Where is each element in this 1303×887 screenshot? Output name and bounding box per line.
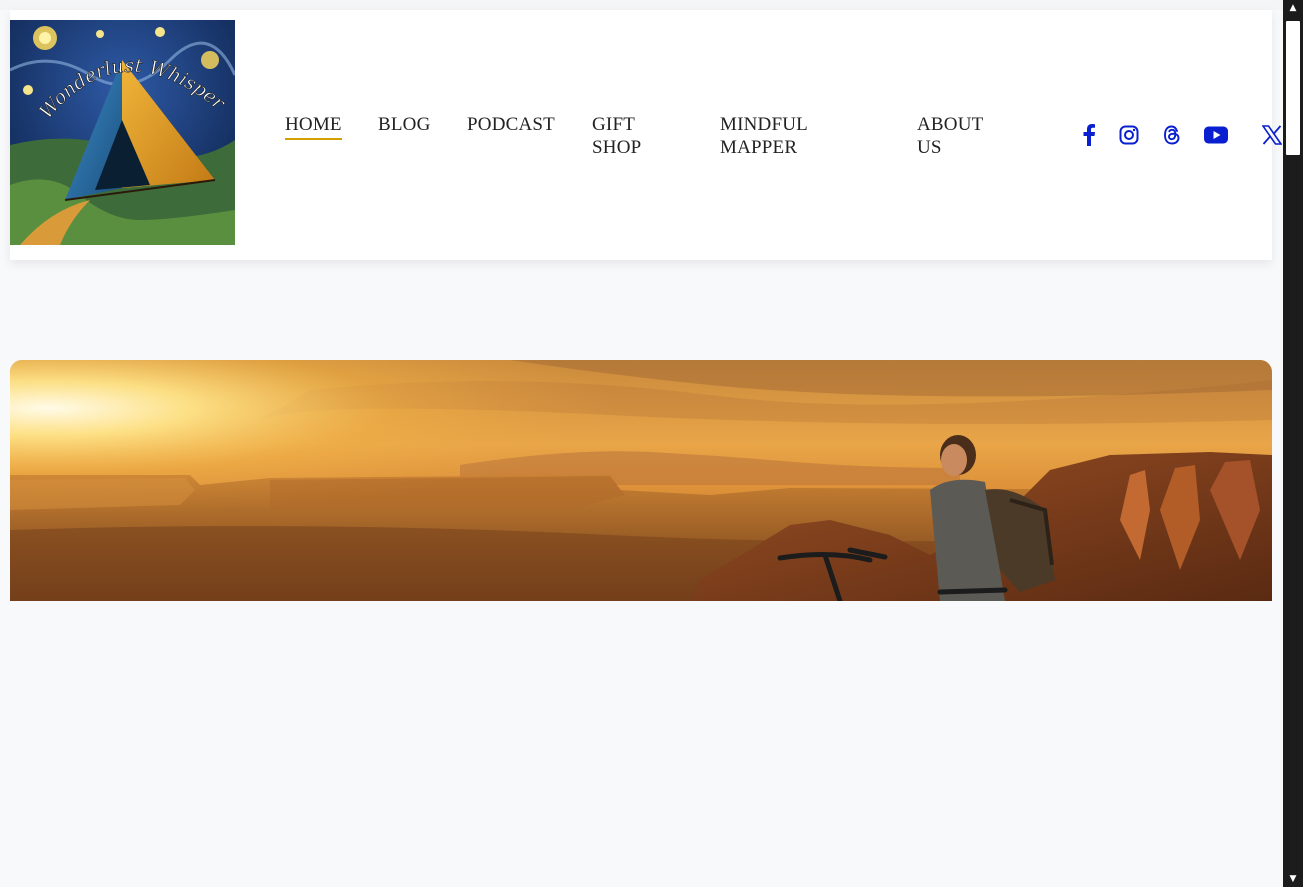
- nav-mindful-mapper-line1: MINDFUL: [720, 114, 808, 135]
- instagram-link[interactable]: [1116, 122, 1142, 148]
- x-icon: [1262, 125, 1282, 145]
- nav-mindful-mapper-line2: MAPPER: [720, 137, 798, 158]
- vertical-scrollbar[interactable]: ▲ ▼: [1283, 0, 1303, 887]
- hero-image: [10, 360, 1272, 601]
- site-logo[interactable]: Wonderlust Whisperz: [10, 20, 235, 245]
- nav-blog[interactable]: BLOG: [378, 113, 431, 136]
- nav-podcast-label: PODCAST: [467, 114, 555, 135]
- facebook-icon: [1083, 124, 1095, 146]
- page-viewport: Wonderlust Whisperz HOME BLOG PODCAST GI…: [0, 0, 1283, 887]
- x-link[interactable]: [1259, 122, 1283, 148]
- nav-home[interactable]: HOME: [285, 113, 342, 140]
- nav-gift-shop[interactable]: GIFT SHOP: [592, 113, 641, 159]
- nav-podcast[interactable]: PODCAST: [467, 113, 555, 136]
- top-strip: [0, 0, 1283, 10]
- nav-about-us[interactable]: ABOUT US: [917, 113, 983, 159]
- nav-gift-shop-line2: SHOP: [592, 137, 642, 158]
- scroll-up-arrow-icon[interactable]: ▲: [1283, 0, 1303, 16]
- youtube-icon: [1204, 126, 1228, 144]
- hero-banner: [10, 360, 1272, 601]
- instagram-icon: [1119, 125, 1139, 145]
- youtube-link[interactable]: [1203, 122, 1229, 148]
- scroll-down-arrow-icon[interactable]: ▼: [1283, 871, 1303, 887]
- facebook-link[interactable]: [1076, 122, 1102, 148]
- threads-link[interactable]: [1159, 122, 1185, 148]
- nav-gift-shop-line1: GIFT: [592, 114, 636, 135]
- nav-home-label: HOME: [285, 114, 342, 135]
- nav-about-us-line1: ABOUT: [917, 114, 984, 135]
- scroll-thumb[interactable]: [1286, 21, 1300, 155]
- nav-about-us-line2: US: [917, 137, 942, 158]
- nav-mindful-mapper[interactable]: MINDFUL MAPPER: [720, 113, 808, 159]
- site-header: Wonderlust Whisperz HOME BLOG PODCAST GI…: [10, 10, 1282, 260]
- nav-blog-label: BLOG: [378, 114, 431, 135]
- logo-image: Wonderlust Whisperz: [10, 20, 235, 245]
- threads-icon: [1164, 125, 1180, 145]
